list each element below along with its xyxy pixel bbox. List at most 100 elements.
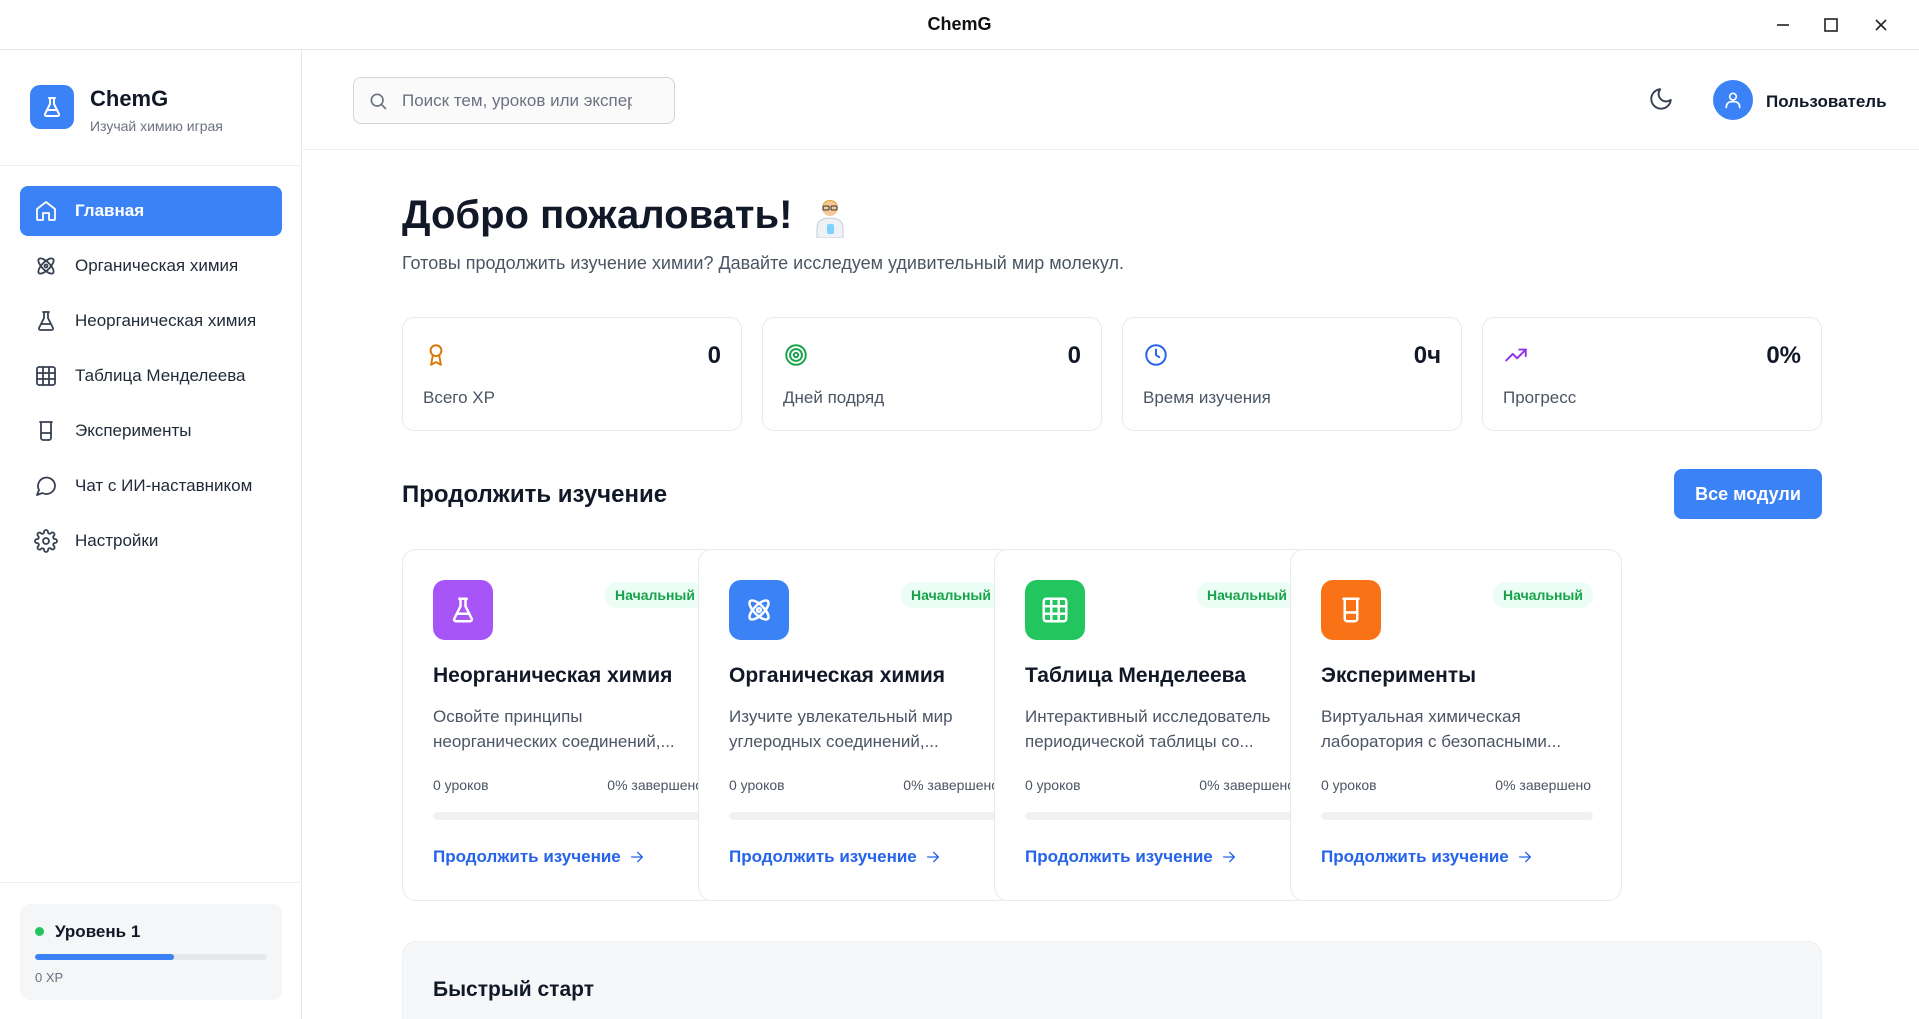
stat-value: 0ч <box>1413 342 1441 369</box>
sidebar-item-label: Эксперименты <box>75 421 192 440</box>
home-icon <box>34 199 58 223</box>
clock-icon <box>1143 342 1169 368</box>
brand-subtitle: Изучай химию играя <box>90 118 223 134</box>
flask-icon <box>433 580 493 640</box>
stat-value: 0% <box>1766 342 1801 369</box>
continue-link-label: Продолжить изучение <box>433 847 621 866</box>
moon-icon <box>1650 88 1672 110</box>
level-card: Уровень 1 0 XP <box>20 904 282 1000</box>
continue-link-label: Продолжить изучение <box>1321 847 1509 866</box>
level-label: Уровень 1 <box>55 922 141 941</box>
arrow-right-icon <box>630 851 643 863</box>
avatar[interactable] <box>1713 80 1753 120</box>
window-title: ChemG <box>927 14 992 34</box>
module-card-inorganic[interactable]: Начальный Неорганическая химия Освойте п… <box>402 549 734 901</box>
sidebar-item-home[interactable]: Главная <box>20 186 282 236</box>
stat-card-progress: 0% Прогресс <box>1482 317 1822 431</box>
module-title: Таблица Менделеева <box>1025 664 1246 687</box>
flask-icon <box>34 309 58 333</box>
search-icon <box>370 93 387 110</box>
page-title: Добро пожаловать! <box>402 193 850 238</box>
difficulty-badge: Начальный <box>1197 582 1297 608</box>
sidebar-item-label: Главная <box>75 201 145 220</box>
sidebar-item-settings[interactable]: Настройки <box>20 516 282 566</box>
module-description: Изучите увлекательный мир углеродных сое… <box>729 704 1009 754</box>
sidebar-item-experiments[interactable]: Эксперименты <box>20 406 282 456</box>
module-card-organic[interactable]: Начальный Органическая химия Изучите увл… <box>698 549 1030 901</box>
close-icon <box>1875 19 1887 31</box>
sidebar: ChemG Изучай химию играя Главная Органич… <box>0 50 302 1019</box>
sidebar-item-ai-chat[interactable]: Чат с ИИ-наставником <box>20 461 282 511</box>
lesson-count: 0 уроков <box>729 777 785 793</box>
close-button[interactable] <box>1856 0 1906 50</box>
completion-text: 0% завершено <box>1495 777 1591 793</box>
stat-value: 0 <box>707 342 721 369</box>
module-progress-bar <box>729 812 1001 820</box>
search-input[interactable] <box>402 88 632 114</box>
user-icon <box>1725 92 1741 109</box>
continue-link-label: Продолжить изучение <box>729 847 917 866</box>
minimize-button[interactable] <box>1758 0 1808 50</box>
sidebar-item-organic[interactable]: Органическая химия <box>20 241 282 291</box>
status-dot <box>35 927 44 936</box>
module-progress-bar <box>1025 812 1297 820</box>
target-icon <box>783 342 809 368</box>
sidebar-item-label: Настройки <box>75 531 159 550</box>
all-modules-button[interactable]: Все модули <box>1674 469 1822 519</box>
user-name[interactable]: Пользователь <box>1766 92 1887 112</box>
brand-logo <box>30 85 74 129</box>
stat-card-streak: 0 Дней подряд <box>762 317 1102 431</box>
sidebar-item-label: Органическая химия <box>75 256 239 275</box>
module-description: Освойте принципы неорганических соединен… <box>433 704 713 754</box>
module-title: Неорганическая химия <box>433 664 673 687</box>
continue-link[interactable]: Продолжить изучение <box>433 847 645 867</box>
table-icon <box>34 364 58 388</box>
stat-label: Время изучения <box>1143 388 1271 407</box>
sidebar-item-label: Чат с ИИ-наставником <box>75 476 253 495</box>
table-icon <box>1025 580 1085 640</box>
theme-toggle-button[interactable] <box>1648 86 1678 116</box>
module-card-periodic-table[interactable]: Начальный Таблица Менделеева Интерактивн… <box>994 549 1326 901</box>
atom-icon <box>729 580 789 640</box>
module-description: Интерактивный исследователь периодическо… <box>1025 704 1305 754</box>
module-card-experiments[interactable]: Начальный Эксперименты Виртуальная химич… <box>1290 549 1622 901</box>
scientist-emoji <box>810 194 850 238</box>
award-icon <box>423 342 449 368</box>
level-xp: 0 XP <box>35 970 64 985</box>
gear-icon <box>34 529 58 553</box>
continue-link[interactable]: Продолжить изучение <box>1025 847 1237 867</box>
sidebar-item-periodic-table[interactable]: Таблица Менделеева <box>20 351 282 401</box>
sidebar-item-inorganic[interactable]: Неорганическая химия <box>20 296 282 346</box>
flask-icon <box>43 97 61 117</box>
stat-label: Дней подряд <box>783 388 885 407</box>
difficulty-badge: Начальный <box>901 582 1001 608</box>
divider <box>0 882 302 883</box>
welcome-subtitle: Готовы продолжить изучение химии? Давайт… <box>402 253 1124 273</box>
module-cards: Начальный Неорганическая химия Освойте п… <box>402 549 1822 901</box>
module-description-line: Виртуальная химическая <box>1321 707 1521 726</box>
lesson-count: 0 уроков <box>433 777 489 793</box>
maximize-button[interactable] <box>1806 0 1856 50</box>
module-progress-bar <box>433 812 705 820</box>
atom-icon <box>34 254 58 278</box>
brand: ChemG Изучай химию играя <box>0 50 302 166</box>
title-bar: ChemG <box>0 0 1919 50</box>
continue-link[interactable]: Продолжить изучение <box>1321 847 1533 867</box>
maximize-icon <box>1824 18 1838 32</box>
completion-text: 0% завершено <box>1199 777 1295 793</box>
continue-link[interactable]: Продолжить изучение <box>729 847 941 867</box>
continue-link-label: Продолжить изучение <box>1025 847 1213 866</box>
stat-card-time: 0ч Время изучения <box>1122 317 1462 431</box>
sidebar-item-label: Неорганическая химия <box>75 311 257 330</box>
main-content: Добро пожаловать! Готовы продолжить изуч… <box>303 151 1919 1019</box>
trending-up-icon <box>1503 342 1529 368</box>
minimize-icon <box>1777 24 1789 26</box>
sidebar-nav: Главная Органическая химия Неорганическа… <box>20 186 282 571</box>
lesson-count: 0 уроков <box>1025 777 1081 793</box>
arrow-right-icon <box>1518 851 1531 863</box>
search-box[interactable] <box>353 77 675 124</box>
brand-name: ChemG <box>90 86 169 111</box>
module-title: Эксперименты <box>1321 664 1477 687</box>
level-progress-fill <box>35 954 175 960</box>
stat-label: Прогресс <box>1503 388 1577 407</box>
